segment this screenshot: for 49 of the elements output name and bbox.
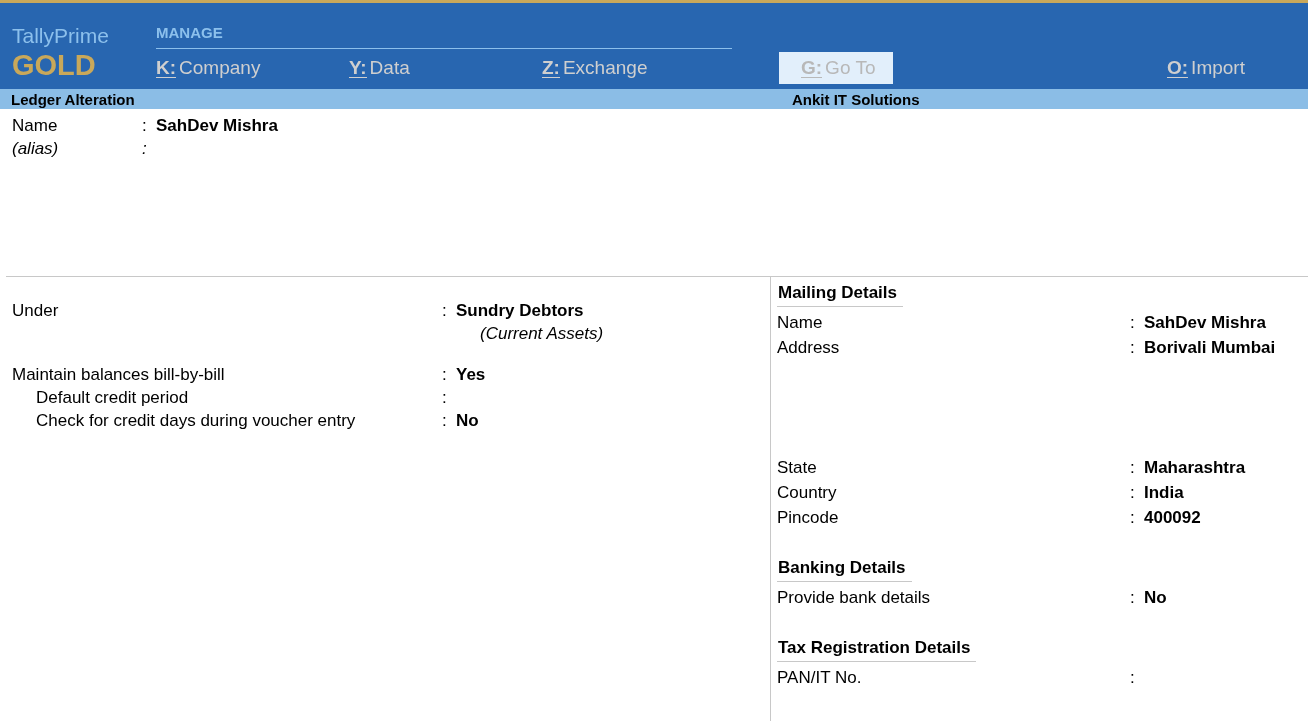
colon: :: [1130, 457, 1136, 479]
colon: :: [142, 115, 148, 137]
section-title: Banking Details: [777, 557, 912, 582]
group-note: (Current Assets): [479, 323, 605, 345]
colon: :: [1130, 337, 1136, 359]
screen-title: Ledger Alteration: [10, 90, 136, 108]
menu-button[interactable]: Z:Exchange: [542, 52, 648, 84]
field-value[interactable]: India: [1144, 481, 1184, 504]
field-value[interactable]: Sundry Debtors: [456, 299, 584, 322]
field-label: Pincode: [777, 507, 840, 529]
colon: :: [1130, 667, 1136, 689]
field-label: Default credit period: [36, 387, 190, 409]
field-label: Address: [777, 337, 841, 359]
section-title: Tax Registration Details: [777, 637, 977, 662]
field-label: Name: [12, 115, 59, 137]
menu-button[interactable]: K:Company: [156, 52, 261, 84]
colon: :: [442, 364, 448, 386]
field-value[interactable]: Borivali Mumbai: [1144, 336, 1276, 359]
edition-label: GOLD: [12, 49, 97, 81]
colon: :: [142, 138, 148, 160]
field-label: Name: [777, 312, 824, 334]
colon: :: [1130, 587, 1136, 609]
product-name: TallyPrime: [12, 23, 110, 49]
colon: :: [1130, 507, 1136, 529]
colon: :: [1130, 482, 1136, 504]
menu-button[interactable]: O:Import: [1167, 52, 1245, 84]
field-value[interactable]: No: [456, 409, 479, 432]
field-label: Provide bank details: [777, 587, 932, 609]
field-label: PAN/IT No.: [777, 667, 863, 689]
field-label: (alias): [12, 138, 60, 160]
field-label: State: [777, 457, 818, 479]
field-label: Check for credit days during voucher entry: [36, 410, 357, 432]
field-value[interactable]: SahDev Mishra: [1144, 311, 1266, 334]
field-value[interactable]: Yes: [456, 363, 486, 386]
field-label: Country: [777, 482, 838, 504]
field-value[interactable]: SahDev Mishra: [156, 114, 278, 137]
field-label: Maintain balances bill-by-bill: [12, 364, 226, 386]
colon: :: [442, 300, 448, 322]
colon: :: [1130, 312, 1136, 334]
colon: :: [442, 410, 448, 432]
section-title: Mailing Details: [777, 282, 904, 307]
menu-button[interactable]: Y:Data: [349, 52, 410, 84]
field-value[interactable]: No: [1144, 586, 1167, 609]
field-value[interactable]: Maharashtra: [1144, 456, 1246, 479]
colon: :: [442, 387, 448, 409]
field-value[interactable]: 400092: [1144, 506, 1201, 529]
menu-title: MANAGE: [156, 23, 732, 49]
company-name: Ankit IT Solutions: [792, 90, 920, 108]
field-label: Under: [12, 300, 60, 322]
